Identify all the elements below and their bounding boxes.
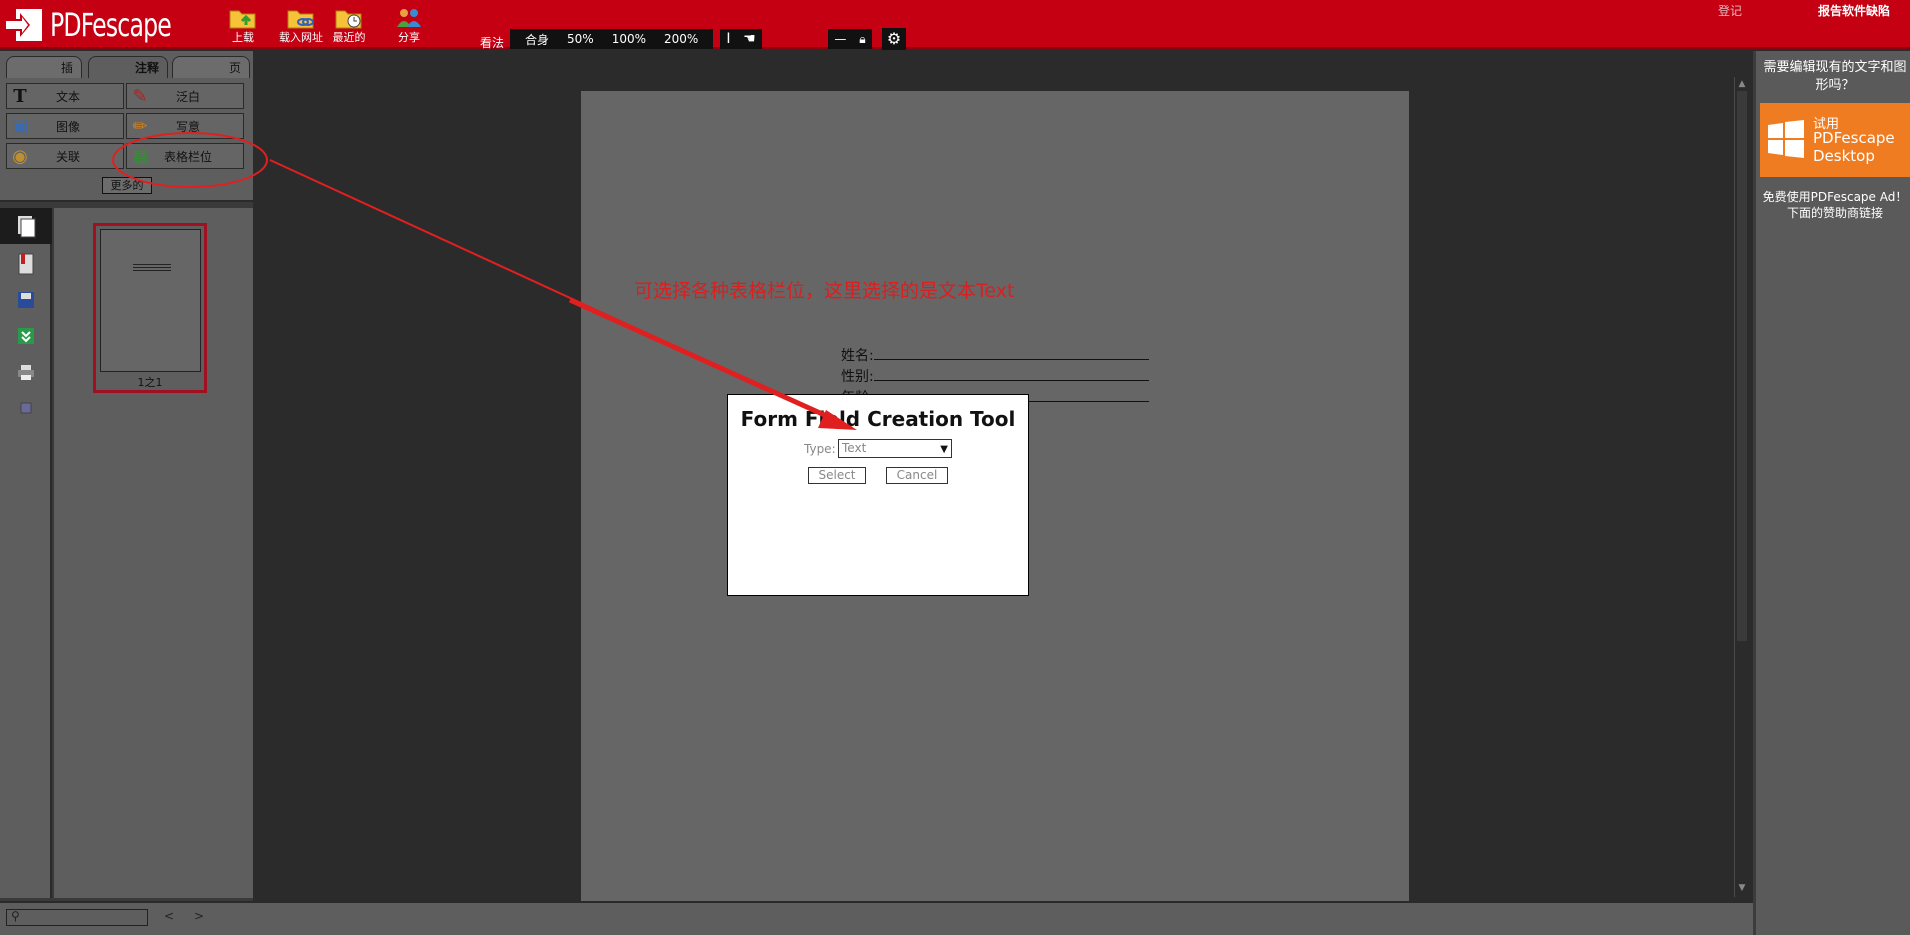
- left-panel: 插 注释 页 T 文本 ✎ 泛白 ▣ 图像 ✏ 写意 ◉ 关联 ▦ 表格栏位 更…: [0, 51, 253, 901]
- thumbnail-panel: 1之1: [54, 208, 253, 898]
- zoom-50[interactable]: 50%: [558, 32, 603, 46]
- hand-pointer-icon[interactable]: ☚: [743, 31, 756, 47]
- bottom-bar: ⚲ < >: [0, 901, 1753, 935]
- zoom-selector: 合身 50% 100% 200%: [510, 29, 714, 49]
- login-link[interactable]: 登记: [1718, 2, 1742, 19]
- print-icon[interactable]: [0, 354, 52, 390]
- minus-icon[interactable]: —: [834, 32, 846, 46]
- thumbnail-lines: [133, 264, 171, 273]
- thumbnail-label: 1之1: [137, 376, 163, 389]
- sidebar-toggle-icon[interactable]: [0, 390, 52, 426]
- type-select[interactable]: Text ▼: [838, 439, 952, 458]
- text-cursor-icon[interactable]: Ⅰ: [726, 31, 730, 47]
- image-icon: ▣: [11, 115, 29, 137]
- type-label: Type:: [804, 442, 836, 456]
- annotation-note: 可选择各种表格栏位，这里选择的是文本Text: [634, 280, 1015, 302]
- prev-page-icon[interactable]: <: [164, 909, 174, 923]
- report-bug-link[interactable]: 报告软件缺陷: [1818, 2, 1890, 19]
- view-label: 看法: [480, 36, 505, 50]
- image-tool-button[interactable]: ▣ 图像: [6, 113, 124, 139]
- tool-area: 插 注释 页 T 文本 ✎ 泛白 ▣ 图像 ✏ 写意 ◉ 关联 ▦ 表格栏位 更…: [0, 51, 253, 202]
- windows-logo-icon: [1768, 120, 1804, 158]
- upload-button[interactable]: 上载: [212, 5, 274, 47]
- folder-link-icon: [287, 10, 314, 29]
- search-input[interactable]: ⚲: [6, 909, 148, 926]
- scroll-up-icon[interactable]: ▲: [1735, 79, 1749, 89]
- edit-question-text: 需要编辑现有的文字和图形吗？: [1763, 60, 1907, 93]
- link-tool-label: 关联: [55, 149, 80, 164]
- link-tool-button[interactable]: ◉ 关联: [6, 143, 124, 169]
- side-icon-bar: [0, 208, 52, 898]
- whiteout-icon: ✎: [132, 85, 148, 107]
- scroll-down-icon[interactable]: ▼: [1735, 883, 1749, 893]
- people-share-icon: [397, 9, 421, 27]
- lock-icon[interactable]: 🔒︎: [859, 32, 865, 47]
- scroll-thumb[interactable]: [1737, 91, 1747, 641]
- form-field-tool-button[interactable]: ▦ 表格栏位: [126, 143, 244, 169]
- folder-clock-icon: [335, 10, 362, 29]
- right-ad-panel: 需要编辑现有的文字和图形吗？ 试用 PDFescape Desktop 免费使用…: [1753, 51, 1910, 935]
- form-label-gender: 性别:: [841, 369, 874, 385]
- top-toolbar: PDFescape 上载 载入网址 最近的 分享 看法 合身 50% 100% …: [0, 0, 1910, 50]
- type-select-value: Text: [842, 441, 867, 455]
- folder-upload-icon: [229, 10, 256, 29]
- more-tools-button[interactable]: 更多的: [102, 177, 152, 194]
- form-label-name: 姓名:: [841, 348, 874, 364]
- save-icon[interactable]: [0, 282, 52, 318]
- pointer-tools: Ⅰ ☚: [720, 29, 762, 49]
- desktop-promo-button[interactable]: 试用 PDFescape Desktop: [1760, 103, 1910, 177]
- share-label: 分享: [398, 31, 420, 44]
- link-icon: ◉: [12, 145, 28, 167]
- form-field-dialog: Form Field Creation Tool Type: Text ▼ Se…: [727, 394, 1029, 596]
- page-thumbnail[interactable]: 1之1: [93, 223, 207, 393]
- upload-label: 上载: [232, 31, 254, 44]
- freehand-tool-button[interactable]: ✏ 写意: [126, 113, 244, 139]
- form-line-gender: 性别:: [841, 366, 1149, 386]
- text-tool-button[interactable]: T 文本: [6, 83, 124, 109]
- form-field-tool-label: 表格栏位: [163, 149, 212, 164]
- pages-icon[interactable]: [0, 208, 52, 244]
- cancel-button[interactable]: Cancel: [886, 467, 948, 484]
- whiteout-tool-button[interactable]: ✎ 泛白: [126, 83, 244, 109]
- form-field-icon: ▦: [131, 145, 149, 167]
- promo-product-label: PDFescape Desktop: [1813, 129, 1895, 165]
- tab-annotate[interactable]: 注释: [88, 56, 168, 78]
- logo-icon: [4, 7, 44, 43]
- logo-text: PDFescape: [50, 6, 172, 44]
- tab-page[interactable]: 页: [172, 56, 250, 78]
- text-icon: T: [13, 85, 27, 107]
- form-line-name: 姓名:: [841, 345, 1149, 365]
- vertical-scrollbar[interactable]: ▲ ▼: [1734, 77, 1748, 897]
- lock-tools: — 🔒︎: [828, 29, 872, 49]
- freehand-icon: ✏: [132, 115, 148, 137]
- whiteout-tool-label: 泛白: [175, 89, 200, 104]
- tab-insert[interactable]: 插: [6, 56, 82, 78]
- dialog-title: Form Field Creation Tool: [740, 407, 1016, 431]
- zoom-fit[interactable]: 合身: [516, 31, 558, 48]
- search-icon: ⚲: [11, 909, 20, 923]
- recent-button[interactable]: 最近的: [318, 5, 380, 47]
- settings-gear-icon[interactable]: ⚙: [882, 28, 906, 50]
- next-page-icon[interactable]: >: [194, 909, 204, 923]
- thumbnail-page: [100, 229, 201, 372]
- select-button[interactable]: Select: [808, 467, 866, 484]
- freehand-tool-label: 写意: [175, 119, 200, 134]
- image-tool-label: 图像: [55, 119, 80, 134]
- zoom-100[interactable]: 100%: [603, 32, 655, 46]
- pdfescape-logo[interactable]: PDFescape: [4, 6, 198, 44]
- free-ad-text: 免费使用PDFescape Ad！下面的赞助商链接: [1762, 190, 1908, 220]
- zoom-200[interactable]: 200%: [655, 32, 707, 46]
- bookmark-icon[interactable]: [0, 246, 52, 282]
- recent-label: 最近的: [332, 31, 366, 44]
- chevron-down-icon: ▼: [940, 444, 948, 455]
- text-tool-label: 文本: [55, 89, 80, 104]
- share-button[interactable]: 分享: [378, 5, 440, 47]
- download-icon[interactable]: [0, 318, 52, 354]
